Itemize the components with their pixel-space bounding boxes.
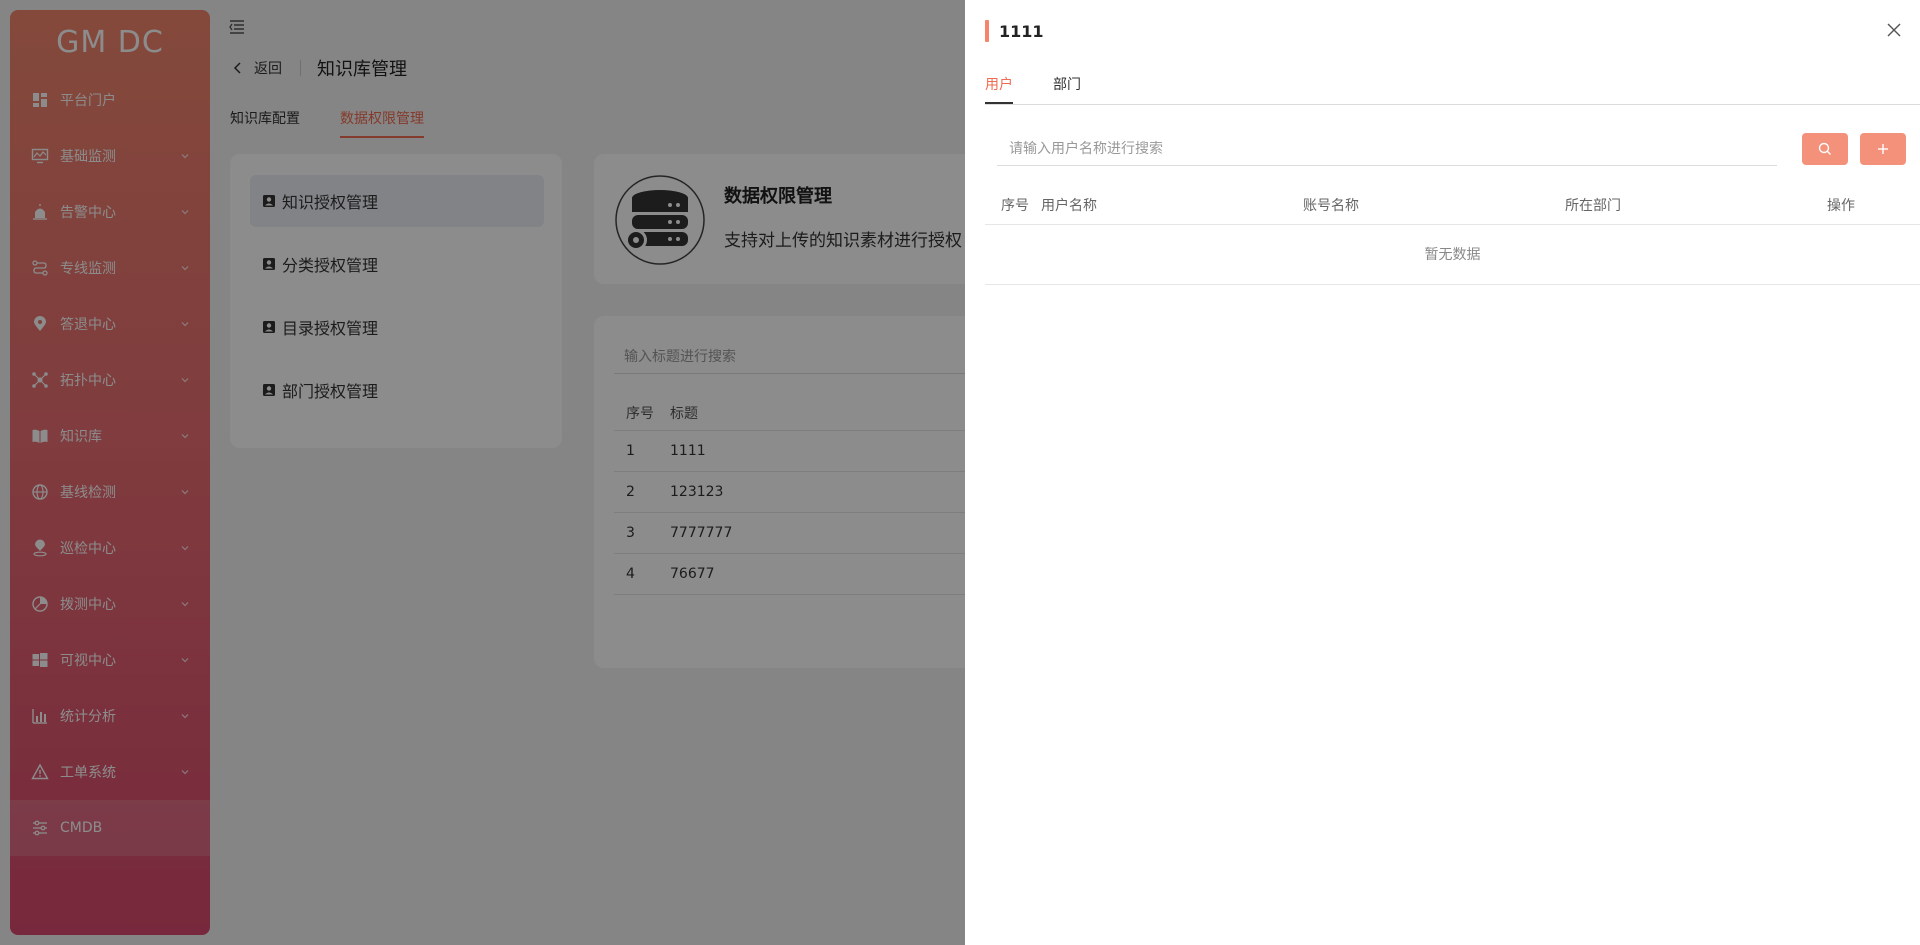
empty-state: 暂无数据 xyxy=(985,224,1920,285)
close-icon[interactable] xyxy=(1886,22,1902,38)
col-user-name: 用户名称 xyxy=(1041,198,1097,214)
user-search-input[interactable] xyxy=(1007,139,1777,158)
tab-departments[interactable]: 部门 xyxy=(1053,74,1081,104)
modal-overlay[interactable] xyxy=(0,0,965,945)
user-search-field xyxy=(997,132,1777,166)
title-accent-bar xyxy=(985,20,989,42)
add-button[interactable] xyxy=(1860,133,1906,165)
plus-icon xyxy=(1878,144,1888,154)
drawer-tabs: 用户 部门 xyxy=(985,74,1920,105)
tab-users[interactable]: 用户 xyxy=(985,74,1013,104)
search-icon xyxy=(1818,142,1831,155)
col-account-name: 账号名称 xyxy=(1303,198,1359,214)
drawer-title-text: 1111 xyxy=(999,21,1044,41)
permission-drawer: 1111 用户 部门 序号 用户名称 账号名称 所在部门 操作 暂无数据 xyxy=(965,0,1920,945)
col-action: 操作 xyxy=(1827,198,1855,214)
user-table-header: 序号 用户名称 账号名称 所在部门 操作 xyxy=(985,186,1920,225)
col-department: 所在部门 xyxy=(1565,198,1621,214)
drawer-title: 1111 xyxy=(985,20,1044,42)
col-no: 序号 xyxy=(1001,198,1029,214)
search-button[interactable] xyxy=(1802,133,1848,165)
